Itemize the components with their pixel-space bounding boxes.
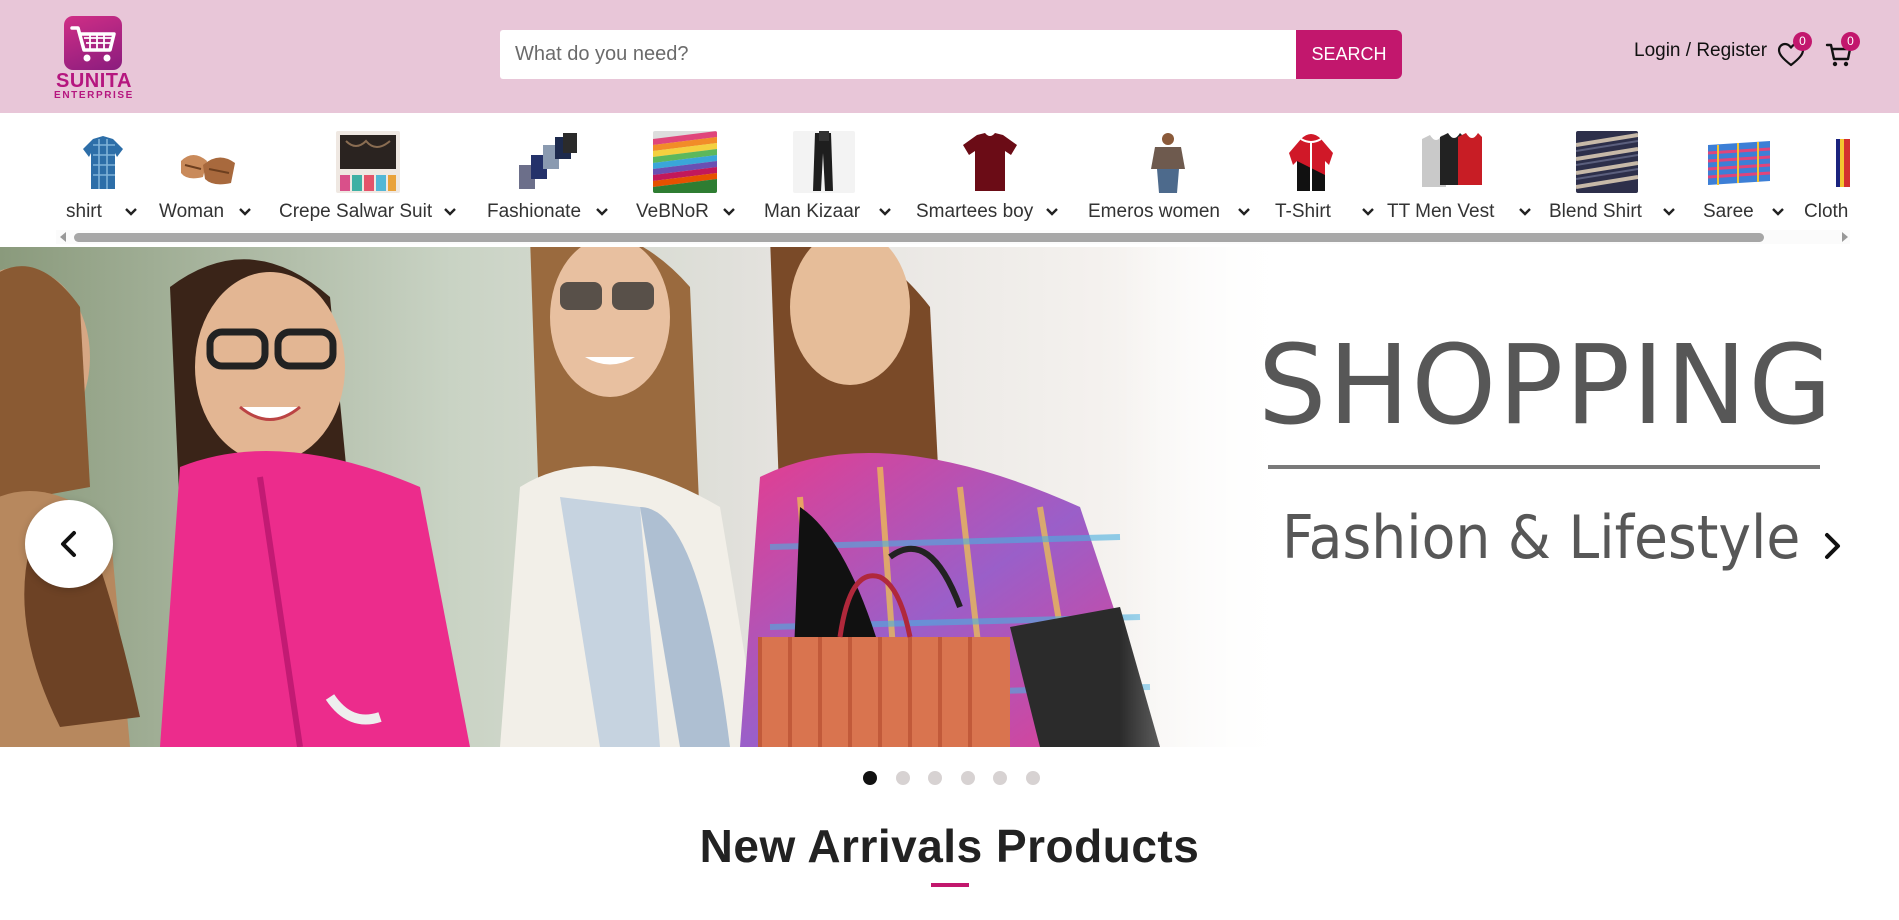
category-label: Fashionate xyxy=(487,201,582,222)
section-title: New Arrivals Products xyxy=(699,820,1200,872)
chevron-down-icon xyxy=(1046,208,1058,216)
chevron-right-icon xyxy=(1825,533,1840,559)
vest-thumbnail xyxy=(1420,131,1484,193)
chevron-down-icon xyxy=(1772,208,1784,216)
chevron-down-icon xyxy=(1362,208,1374,216)
chevron-down-icon xyxy=(1663,208,1675,216)
category-strip: shirt Woman Crepe Salwar Suit Fashionate… xyxy=(56,113,1850,248)
login-register-link[interactable]: Login / Register xyxy=(1634,39,1767,63)
category-label: Crepe Salwar Suit xyxy=(279,201,433,222)
banner-subheadline: Fashion & Lifestyle xyxy=(1282,503,1801,573)
category-label: Cloth xyxy=(1804,201,1849,222)
site-header: SUNITA ENTERPRISE SEARCH Login / Registe… xyxy=(0,0,1899,113)
chevron-down-icon xyxy=(444,208,456,216)
printed-fabric-thumbnail xyxy=(1576,131,1638,193)
chevron-down-icon xyxy=(879,208,891,216)
chevron-down-icon xyxy=(1238,208,1250,216)
fabric-thumbnail xyxy=(653,131,717,193)
shorts-thumbnail xyxy=(517,131,579,193)
carousel-dot-3[interactable] xyxy=(928,771,942,785)
category-label: T-Shirt xyxy=(1275,201,1331,222)
wishlist-button[interactable]: 0 xyxy=(1776,32,1812,70)
banner-divider xyxy=(1268,465,1820,469)
shirt-thumbnail xyxy=(79,131,127,193)
scroll-right-arrow-icon[interactable] xyxy=(1842,232,1848,242)
carousel-dot-5[interactable] xyxy=(993,771,1007,785)
section-title-underline xyxy=(931,883,969,887)
category-label: Saree xyxy=(1703,201,1754,222)
category-label: shirt xyxy=(66,201,102,222)
carousel-prev-button[interactable] xyxy=(25,500,113,588)
chevron-left-icon xyxy=(61,531,76,557)
category-label: VeBNoR xyxy=(636,201,709,222)
tshirt-thumbnail xyxy=(959,131,1021,193)
carousel-dot-6[interactable] xyxy=(1026,771,1040,785)
category-scrollbar[interactable] xyxy=(56,230,1850,244)
salwar-suit-thumbnail xyxy=(336,131,400,193)
saree-thumbnail xyxy=(1708,131,1770,193)
scroll-left-arrow-icon[interactable] xyxy=(60,232,66,242)
category-label: Emeros women xyxy=(1088,201,1220,222)
logo-name: SUNITA xyxy=(56,70,132,92)
carousel-next-button[interactable] xyxy=(1812,524,1852,568)
chevron-down-icon xyxy=(723,208,735,216)
banner-headline: SHOPPING xyxy=(1258,321,1835,449)
cloth-thumbnail xyxy=(1836,131,1850,193)
search-button[interactable]: SEARCH xyxy=(1296,30,1402,79)
category-label: Blend Shirt xyxy=(1549,201,1642,222)
search-bar: SEARCH xyxy=(500,30,1402,79)
logo-cart-badge xyxy=(64,16,122,70)
carousel-dot-2[interactable] xyxy=(896,771,910,785)
chevron-down-icon xyxy=(125,208,137,216)
chevron-down-icon xyxy=(239,208,251,216)
wishlist-count-badge: 0 xyxy=(1793,32,1812,51)
women-top-thumbnail xyxy=(1143,131,1193,193)
logo-subtitle: ENTERPRISE xyxy=(54,90,134,101)
category-label: Smartees boy xyxy=(916,201,1034,222)
trousers-thumbnail xyxy=(793,131,855,193)
sandals-thumbnail xyxy=(173,131,243,193)
category-label: TT Men Vest xyxy=(1387,201,1495,222)
category-label: Man Kizaar xyxy=(764,201,861,222)
cart-logo-icon xyxy=(70,26,116,62)
cart-count-badge: 0 xyxy=(1841,32,1860,51)
site-logo[interactable]: SUNITA ENTERPRISE xyxy=(48,16,140,102)
chevron-down-icon xyxy=(1519,208,1531,216)
search-input[interactable] xyxy=(500,30,1296,79)
hoodie-thumbnail xyxy=(1287,131,1335,193)
carousel-dot-4[interactable] xyxy=(961,771,975,785)
banner-photo xyxy=(0,247,1290,747)
scrollbar-thumb[interactable] xyxy=(74,233,1764,242)
hero-banner: SHOPPING Fashion & Lifestyle xyxy=(0,247,1899,747)
cart-button[interactable]: 0 xyxy=(1824,32,1860,70)
chevron-down-icon xyxy=(596,208,608,216)
category-label: Woman xyxy=(159,201,225,222)
carousel-dot-1[interactable] xyxy=(863,771,877,785)
